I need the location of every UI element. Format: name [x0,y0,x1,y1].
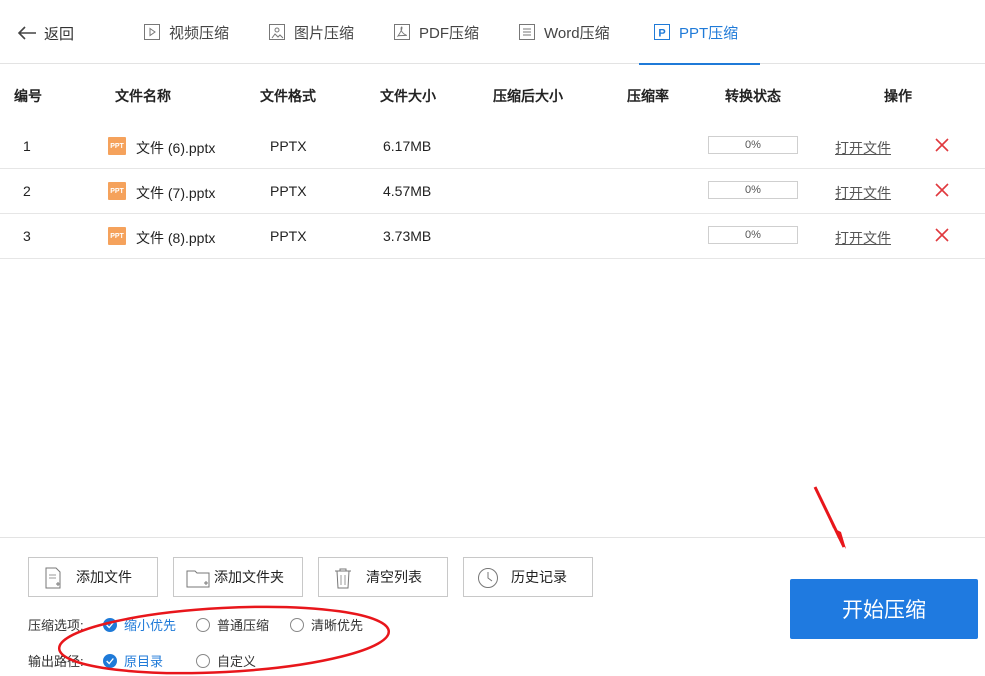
row-format: PPTX [270,183,307,199]
row-size: 6.17MB [383,138,432,154]
delete-icon[interactable] [934,182,950,198]
open-file-link[interactable]: 打开文件 [835,228,891,248]
radio-normal-compress[interactable]: 普通压缩 [196,615,269,634]
radio-circle-icon [196,617,210,632]
row-file-name: 文件 (7).pptx [136,185,216,201]
add-folder-button[interactable]: 添加文件夹 [173,557,303,597]
header-compressed-size: 压缩后大小 [493,88,563,104]
header-index: 编号 [14,88,42,104]
output-path-label: 输出路径: [28,654,84,669]
radio-custom-dir[interactable]: 自定义 [196,651,256,670]
divider [0,537,985,538]
open-file-link[interactable]: 打开文件 [835,138,891,158]
svg-text:P: P [658,28,665,40]
ppt-file-icon: P [653,23,671,41]
pdf-file-icon [393,23,411,41]
tab-video[interactable]: 视频压缩 [143,0,229,64]
add-file-button[interactable]: 添加文件 [28,557,158,597]
radio-size-priority[interactable]: 缩小优先 [103,615,176,634]
row-size: 3.73MB [383,228,432,244]
header-format: 文件格式 [260,88,316,104]
radio-original-dir[interactable]: 原目录 [103,651,163,670]
open-file-link[interactable]: 打开文件 [835,183,891,203]
row-format: PPTX [270,228,307,244]
radio-circle-icon [290,617,304,632]
row-index: 2 [23,183,31,199]
ppt-file-icon: PPT [108,182,126,200]
header-actions: 操作 [884,88,912,104]
progress-bar: 0% [708,226,798,244]
back-button[interactable]: 返回 [16,20,74,46]
radio-clarity-priority[interactable]: 清晰优先 [290,615,363,634]
check-icon [103,617,117,632]
top-nav: 返回 视频压缩 图片压缩 PDF压缩 Word压缩 P PPT压缩 [0,0,985,65]
row-file-name: 文件 (6).pptx [136,140,216,156]
row-file-name: 文件 (8).pptx [136,230,216,246]
compress-options-label: 压缩选项: [28,618,84,633]
start-compress-button[interactable]: 开始压缩 [790,579,978,639]
video-file-icon [143,23,161,41]
progress-bar: 0% [708,136,798,154]
table-header: 编号 文件名称 文件格式 文件大小 压缩后大小 压缩率 转换状态 操作 [0,64,985,124]
table-row: 1 PPT 文件 (6).pptx PPTX 6.17MB 0% 打开文件 [0,124,985,169]
arrow-left-icon [17,26,36,40]
row-size: 4.57MB [383,183,432,199]
header-file-name: 文件名称 [115,88,171,104]
table-row: 3 PPT 文件 (8).pptx PPTX 3.73MB 0% 打开文件 [0,214,985,259]
back-label: 返回 [44,25,75,43]
word-file-icon [518,23,536,41]
header-size: 文件大小 [380,88,436,104]
header-ratio: 压缩率 [627,88,669,104]
delete-icon[interactable] [934,227,950,243]
tab-word[interactable]: Word压缩 [518,0,610,64]
ppt-file-icon: PPT [108,227,126,245]
progress-bar: 0% [708,181,798,199]
check-icon [103,653,117,668]
ppt-file-icon: PPT [108,137,126,155]
clear-list-button[interactable]: 清空列表 [318,557,448,597]
history-button[interactable]: 历史记录 [463,557,593,597]
tab-pdf[interactable]: PDF压缩 [393,0,479,64]
table-row: 2 PPT 文件 (7).pptx PPTX 4.57MB 0% 打开文件 [0,169,985,214]
row-index: 3 [23,228,31,244]
radio-circle-icon [196,653,210,668]
delete-icon[interactable] [934,137,950,153]
image-file-icon [268,23,286,41]
row-format: PPTX [270,138,307,154]
row-index: 1 [23,138,31,154]
header-status: 转换状态 [725,88,781,104]
annotation-arrow-icon [815,487,846,549]
tab-ppt[interactable]: P PPT压缩 [638,0,761,65]
tab-image[interactable]: 图片压缩 [268,0,354,64]
